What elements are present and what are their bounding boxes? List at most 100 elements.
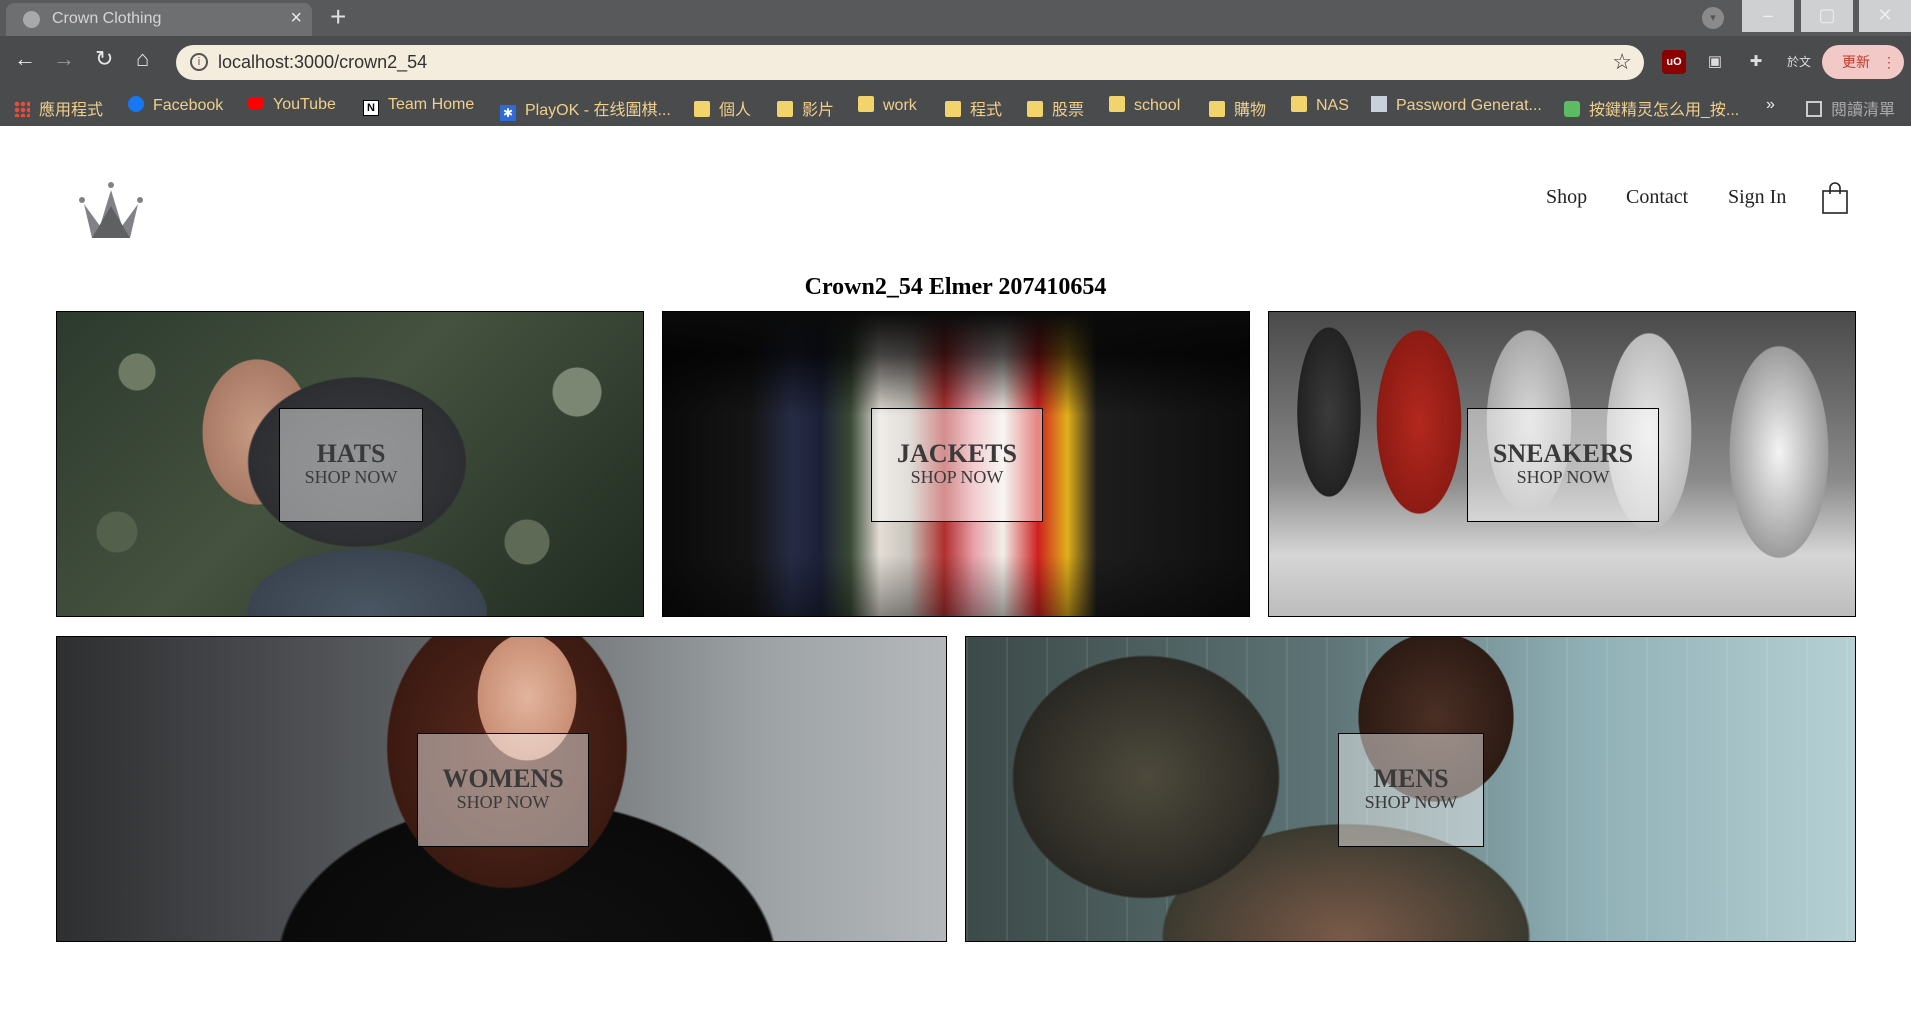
crown-logo-icon[interactable] [78,182,144,238]
bookmark-folder-stocks[interactable]: 股票 [1027,96,1084,120]
jackets-title: JACKETS [897,439,1017,468]
menu-item-jackets[interactable]: JACKETS SHOP NOW [662,311,1250,617]
maximize-button[interactable]: ▢ [1801,0,1853,32]
folder-icon [777,101,793,117]
folder-icon [1027,101,1043,117]
hats-shop-now: SHOP NOW [304,467,398,487]
new-tab-button[interactable]: + [330,2,346,32]
bookmark-star-icon[interactable]: ☆ [1612,49,1632,75]
tab-search-icon[interactable]: ▾ [1702,7,1724,29]
bookmark-label: work [883,97,917,114]
extension-viewer-icon[interactable]: ▣ [1703,50,1727,74]
close-window-button[interactable]: ✕ [1859,0,1911,32]
bookmark-apps[interactable]: 應用程式 [14,96,103,120]
womens-shop-now: SHOP NOW [456,792,550,812]
bookmark-folder-work[interactable]: work [858,96,917,115]
url-text[interactable]: localhost:3000/crown2_54 [218,52,427,73]
translate-extension-icon[interactable]: 於文 [1782,50,1816,74]
bookmark-playok[interactable]: ✱ PlayOK - 在线圍棋... [500,96,671,121]
bookmark-youtube[interactable]: YouTube [248,96,336,114]
bookmark-password-generator[interactable]: Password Generat... [1371,96,1542,115]
menu-item-hats[interactable]: HATS SHOP NOW [56,311,644,617]
folder-icon [1109,96,1125,112]
bookmark-label: school [1134,97,1181,114]
folder-icon [694,101,710,117]
hats-title: HATS [316,439,386,468]
mens-label-box[interactable]: MENS SHOP NOW [1338,733,1484,847]
folder-icon [1209,101,1225,117]
bookmark-folder-videos[interactable]: 影片 [777,96,834,120]
bookmark-label: 個人 [719,102,752,119]
facebook-icon [128,96,144,112]
nav-contact-link[interactable]: Contact [1626,186,1688,209]
image-icon [1564,101,1580,117]
minimize-button[interactable]: – [1742,0,1794,32]
site-info-icon[interactable]: i [190,53,208,71]
shopping-bag-icon[interactable] [1822,182,1848,214]
folder-icon [945,101,961,117]
sneakers-label-box[interactable]: SNEAKERS SHOP NOW [1467,408,1659,522]
playok-icon: ✱ [500,105,516,121]
mens-shop-now: SHOP NOW [1364,792,1458,812]
bookmark-team-home[interactable]: N Team Home [363,96,474,116]
ublock-icon[interactable]: uO [1662,50,1686,74]
browser-tab[interactable]: Crown Clothing × [6,3,312,36]
bookmark-label: Password Generat... [1396,97,1542,114]
folder-icon [1291,96,1307,112]
back-icon[interactable]: ← [14,45,36,73]
nav-shop-link[interactable]: Shop [1546,186,1587,209]
bookmark-folder-school[interactable]: school [1109,96,1180,115]
jackets-label-box[interactable]: JACKETS SHOP NOW [871,408,1043,522]
bookmarks-bar: 應用程式 Facebook YouTube N Team Home ✱ PlayOK… [0,84,1911,126]
tab-strip: Crown Clothing × + ▾ – ▢ ✕ [0,0,1911,36]
sneakers-title: SNEAKERS [1492,439,1634,468]
womens-title: WOMENS [442,764,564,793]
reading-list-button[interactable]: 閱讀清單 [1806,96,1895,120]
bookmark-keyboard-guide[interactable]: 按鍵精灵怎么用_按... [1564,96,1739,120]
reload-icon[interactable]: ↻ [95,45,113,73]
update-label: 更新 [1842,54,1870,70]
page-title: Crown2_54 Elmer 207410654 [804,274,1107,300]
bookmark-folder-code[interactable]: 程式 [945,96,1002,120]
tab-title: Crown Clothing [52,10,162,27]
forward-icon[interactable]: → [53,45,75,73]
nav-sign-in-link[interactable]: Sign In [1728,186,1786,209]
notion-icon: N [363,100,379,116]
folder-icon [858,96,874,112]
reading-list-icon [1806,101,1822,117]
mens-title: MENS [1373,764,1449,793]
more-bookmarks-icon[interactable]: » [1766,96,1775,114]
bookmark-label: PlayOK - 在线圍棋... [525,102,671,119]
menu-item-sneakers[interactable]: SNEAKERS SHOP NOW [1268,311,1856,617]
address-bar[interactable]: i localhost:3000/crown2_54 ☆ [176,45,1644,80]
bookmark-label: 應用程式 [39,102,104,119]
womens-label-box[interactable]: WOMENS SHOP NOW [417,733,589,847]
menu-item-mens[interactable]: MENS SHOP NOW [965,636,1856,942]
bookmark-label: NAS [1316,97,1349,114]
hats-label-box[interactable]: HATS SHOP NOW [279,408,423,522]
bookmark-facebook[interactable]: Facebook [128,96,223,115]
sneakers-shop-now: SHOP NOW [1516,467,1610,487]
bookmark-folder-nas[interactable]: NAS [1291,96,1349,115]
jackets-shop-now: SHOP NOW [910,467,1004,487]
bookmark-folder-personal[interactable]: 個人 [694,96,751,120]
close-tab-icon[interactable]: × [290,7,302,30]
bookmark-label: YouTube [273,96,336,113]
bookmark-label: 影片 [802,102,835,119]
bookmark-label: 程式 [970,102,1003,119]
youtube-icon [248,97,264,109]
bookmark-label: 購物 [1234,102,1267,119]
more-menu-icon[interactable]: ⋮ [1882,45,1896,79]
bookmark-label: Facebook [153,97,224,114]
update-button[interactable]: 更新 ⋮ [1822,45,1904,79]
extensions-puzzle-icon[interactable]: ✚ [1744,50,1768,74]
globe-icon [23,11,40,28]
bookmark-label: Team Home [388,96,475,113]
home-icon[interactable]: ⌂ [136,45,149,73]
bookmark-label: 按鍵精灵怎么用_按... [1589,102,1740,119]
bookmark-folder-shopping[interactable]: 購物 [1209,96,1266,120]
page-icon [1371,96,1387,112]
menu-item-womens[interactable]: WOMENS SHOP NOW [56,636,947,942]
apps-grid-icon [14,101,30,117]
reading-list-label: 閱讀清單 [1831,102,1896,119]
